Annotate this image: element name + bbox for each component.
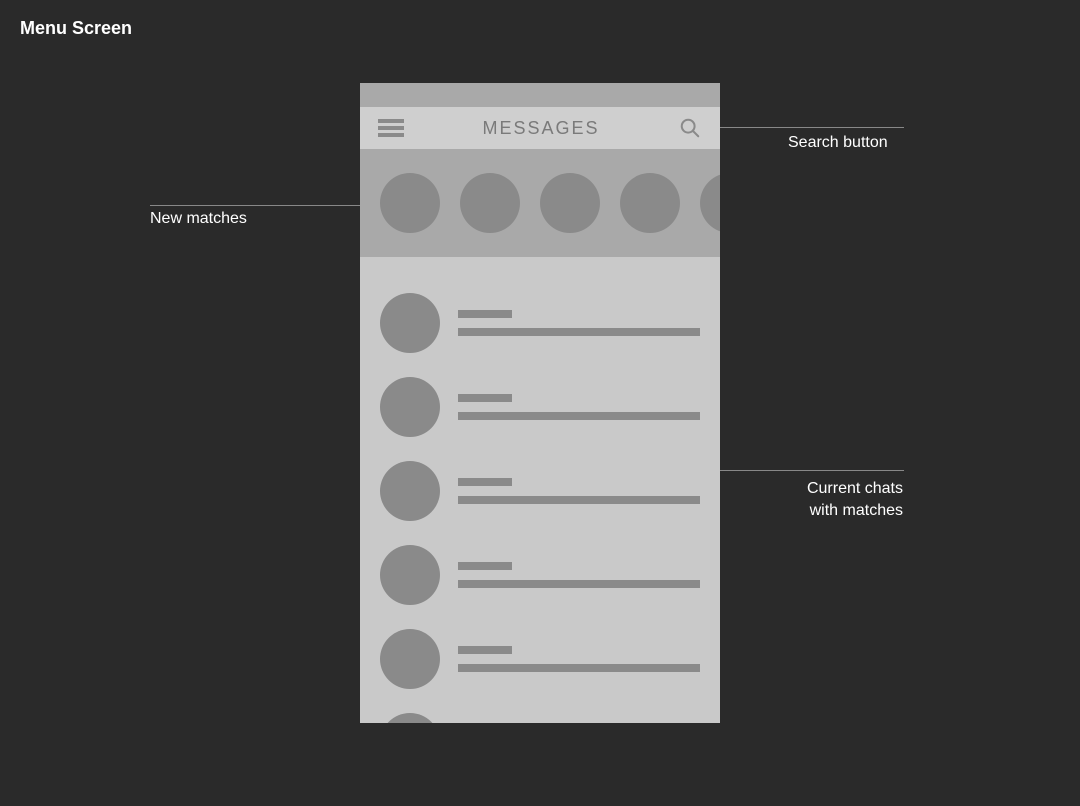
chat-row[interactable] (360, 281, 720, 365)
chat-name-placeholder (458, 562, 512, 570)
hamburger-icon (378, 119, 404, 123)
chat-text-block (458, 562, 700, 588)
app-header: MESSAGES (360, 107, 720, 149)
annotation-label-chats-1: Current chats (793, 478, 903, 500)
chat-name-placeholder (458, 478, 512, 486)
match-avatar[interactable] (460, 173, 520, 233)
chat-row[interactable] (360, 701, 720, 723)
chat-preview-placeholder (458, 496, 700, 504)
new-matches-strip[interactable] (360, 149, 720, 257)
chat-text-block (458, 646, 700, 672)
search-icon (679, 117, 701, 139)
chat-preview-placeholder (458, 328, 700, 336)
match-avatar[interactable] (540, 173, 600, 233)
chat-name-placeholder (458, 646, 512, 654)
chat-text-block (458, 310, 700, 336)
header-title: MESSAGES (482, 118, 599, 139)
chat-text-block (458, 394, 700, 420)
annotation-line-new-matches (150, 205, 390, 206)
match-avatar[interactable] (700, 173, 720, 233)
chat-row[interactable] (360, 617, 720, 701)
chat-preview-placeholder (458, 580, 700, 588)
hamburger-icon (378, 133, 404, 137)
annotation-label-new-matches: New matches (150, 208, 247, 230)
annotation-label-search: Search button (788, 132, 888, 154)
status-bar (360, 83, 720, 107)
chat-avatar (380, 545, 440, 605)
chat-avatar (380, 629, 440, 689)
chat-list[interactable] (360, 257, 720, 723)
annotation-label-chats-2: with matches (793, 500, 903, 522)
chat-row[interactable] (360, 365, 720, 449)
chat-preview-placeholder (458, 412, 700, 420)
chat-avatar (380, 293, 440, 353)
page-title: Menu Screen (20, 18, 132, 39)
search-button[interactable] (678, 116, 702, 140)
chat-avatar (380, 713, 440, 723)
match-avatar[interactable] (380, 173, 440, 233)
chat-preview-placeholder (458, 664, 700, 672)
phone-frame: MESSAGES (360, 83, 720, 723)
menu-button[interactable] (378, 119, 404, 137)
chat-avatar (380, 377, 440, 437)
chat-name-placeholder (458, 310, 512, 318)
hamburger-icon (378, 126, 404, 130)
chat-avatar (380, 461, 440, 521)
chat-row[interactable] (360, 449, 720, 533)
chat-row[interactable] (360, 533, 720, 617)
annotation-line-search (700, 127, 904, 128)
chat-name-placeholder (458, 394, 512, 402)
match-avatar[interactable] (620, 173, 680, 233)
chat-text-block (458, 478, 700, 504)
annotation-line-chats (700, 470, 904, 471)
